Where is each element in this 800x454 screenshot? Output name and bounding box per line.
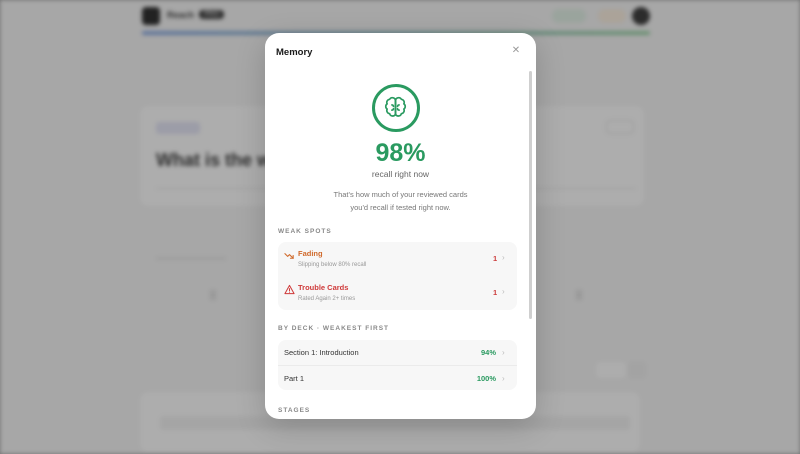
weak-spots-list: Fading Slipping below 80% recall 1 › Tro… <box>278 242 517 310</box>
description-line: you'd recall if tested right now. <box>350 202 451 212</box>
weak-spot-trouble-cards[interactable]: Trouble Cards Rated Again 2+ times 1 › <box>278 276 517 310</box>
recall-label: recall right now <box>371 169 430 179</box>
weak-spot-subtitle: Rated Again 2+ times <box>298 296 356 302</box>
weak-spot-count: 1 <box>493 288 498 297</box>
brain-icon <box>384 96 407 117</box>
close-icon[interactable]: ✕ <box>510 45 522 57</box>
recall-description: That's how much of your reviewed cards y… <box>265 189 536 214</box>
chevron-right-icon: › <box>502 253 505 262</box>
weak-spot-title: Trouble Cards <box>298 283 349 292</box>
deck-name: Section 1: Introduction <box>284 348 359 357</box>
chevron-right-icon: › <box>502 348 505 357</box>
weak-spot-count: 1 <box>493 254 498 263</box>
weak-spots-label: WEAK SPOTS <box>278 228 332 235</box>
deck-list: Section 1: Introduction 94% › Part 1 100… <box>278 340 517 390</box>
modal-title: Memory <box>276 47 313 58</box>
weak-spot-subtitle: Slipping below 80% recall <box>298 262 367 268</box>
deck-row[interactable]: Section 1: Introduction 94% › <box>278 340 517 365</box>
weak-spot-fading[interactable]: Fading Slipping below 80% recall 1 › <box>278 242 517 276</box>
warning-triangle-icon <box>284 284 295 295</box>
deck-row[interactable]: Part 1 100% › <box>278 366 517 391</box>
chevron-right-icon: › <box>502 374 505 383</box>
description-line: That's how much of your reviewed cards <box>333 190 468 199</box>
deck-percentage: 100% <box>476 374 496 383</box>
trending-down-icon <box>284 253 294 259</box>
deck-name: Part 1 <box>284 374 305 383</box>
by-deck-label: BY DECK · WEAKEST FIRST <box>278 325 389 332</box>
deck-percentage: 94% <box>480 348 496 357</box>
weak-spot-title: Fading <box>298 249 323 258</box>
chevron-right-icon: › <box>502 287 505 296</box>
recall-ring <box>372 84 420 132</box>
memory-modal: Memory ✕ 98% recall right now That's how… <box>265 33 536 419</box>
stages-label: STAGES <box>278 407 311 414</box>
recall-percentage: 98% <box>375 139 426 167</box>
